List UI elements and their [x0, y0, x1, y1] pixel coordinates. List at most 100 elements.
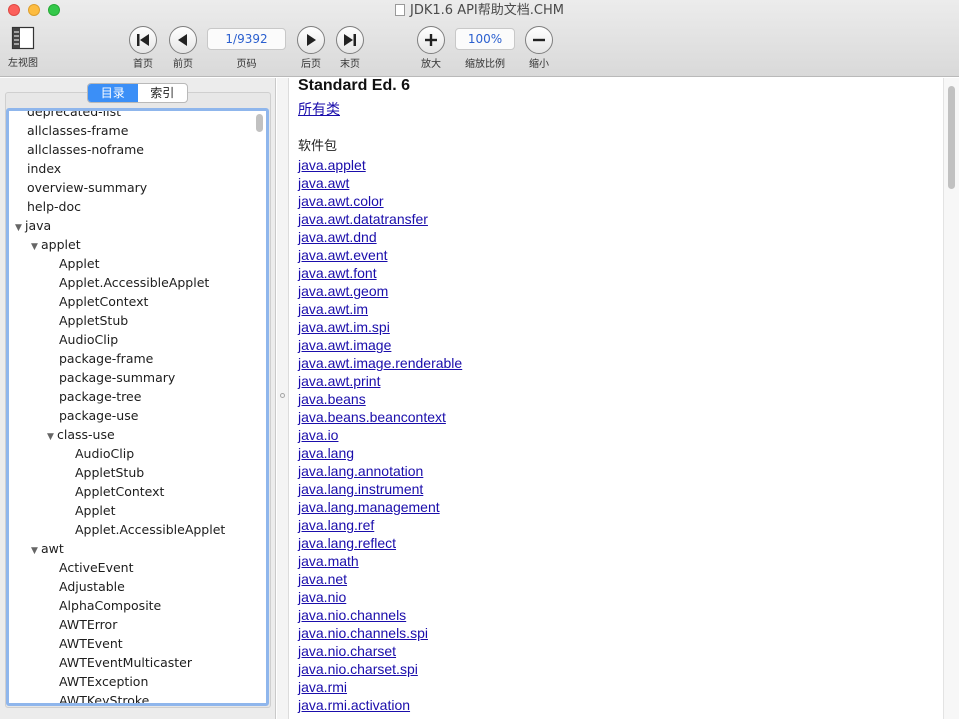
tree-item-label: package-summary — [59, 370, 176, 385]
package-link[interactable]: java.awt.im — [298, 300, 462, 318]
package-link[interactable]: java.awt.image — [298, 336, 462, 354]
tree-item-label: AudioClip — [59, 332, 119, 347]
tree-item[interactable]: help-doc — [9, 197, 266, 216]
tree-item-label: AppletContext — [59, 294, 149, 309]
tab-contents[interactable]: 目录 — [88, 84, 138, 102]
package-link[interactable]: java.rmi — [298, 678, 462, 696]
zoom-in-button[interactable]: 放大 — [415, 26, 447, 71]
first-page-button[interactable]: 首页 — [127, 26, 159, 71]
tree-item[interactable]: AWTEvent — [9, 634, 266, 653]
tree-item[interactable]: ▼ class-use — [9, 425, 266, 444]
zoom-label: 缩放比例 — [465, 59, 505, 70]
tree-item[interactable]: AppletStub — [9, 463, 266, 482]
package-link[interactable]: java.awt.image.renderable — [298, 354, 462, 372]
tree-item[interactable]: ▼ java — [9, 216, 266, 235]
package-link[interactable]: java.rmi.activation — [298, 696, 462, 714]
package-link[interactable]: java.nio.charset.spi — [298, 660, 462, 678]
pane-splitter[interactable] — [277, 78, 289, 719]
package-link[interactable]: java.io — [298, 426, 462, 444]
package-link[interactable]: java.awt.event — [298, 246, 462, 264]
package-link[interactable]: java.lang.instrument — [298, 480, 462, 498]
plus-icon — [417, 26, 445, 54]
tree-item[interactable]: AlphaComposite — [9, 596, 266, 615]
tree-item[interactable]: allclasses-frame — [9, 121, 266, 140]
package-link[interactable]: java.awt.im.spi — [298, 318, 462, 336]
package-link[interactable]: java.awt.geom — [298, 282, 462, 300]
package-link[interactable]: java.lang.management — [298, 498, 462, 516]
package-link[interactable]: java.applet — [298, 156, 462, 174]
package-link[interactable]: java.awt.datatransfer — [298, 210, 462, 228]
tree-item[interactable]: package-frame — [9, 349, 266, 368]
package-link[interactable]: java.lang.annotation — [298, 462, 462, 480]
tree-item[interactable]: AWTError — [9, 615, 266, 634]
package-link[interactable]: java.beans — [298, 390, 462, 408]
tree-item[interactable]: Applet.AccessibleApplet — [9, 520, 266, 539]
package-link[interactable]: java.awt — [298, 174, 462, 192]
last-page-button[interactable]: 末页 — [334, 26, 366, 71]
package-link[interactable]: java.beans.beancontext — [298, 408, 462, 426]
tree-item-label: index — [27, 161, 62, 176]
toolbar: JDK1.6 API帮助文档.CHM 左视图 首页 前页 1/9392 页码 后… — [0, 0, 959, 77]
tree-item-label: AppletContext — [75, 484, 165, 499]
package-link[interactable]: java.nio — [298, 588, 462, 606]
disclosure-triangle-icon[interactable]: ▼ — [47, 428, 57, 447]
package-link[interactable]: java.nio.charset — [298, 642, 462, 660]
left-view-toggle[interactable]: 左视图 — [4, 26, 42, 70]
tree-item[interactable]: AppletStub — [9, 311, 266, 330]
package-link[interactable]: java.lang.reflect — [298, 534, 462, 552]
tab-index[interactable]: 索引 — [138, 84, 188, 102]
tree-item-label: Applet — [59, 256, 100, 271]
tree-item[interactable]: Applet.AccessibleApplet — [9, 273, 266, 292]
package-link[interactable]: java.nio.channels — [298, 606, 462, 624]
tree-item[interactable]: package-use — [9, 406, 266, 425]
tree-item[interactable]: AWTException — [9, 672, 266, 691]
window-title-area: JDK1.6 API帮助文档.CHM — [0, 2, 959, 20]
all-classes-link[interactable]: 所有类 — [298, 101, 462, 119]
tree-item[interactable]: AWTKeyStroke — [9, 691, 266, 706]
tree-item[interactable]: AWTEventMulticaster — [9, 653, 266, 672]
zoom-field[interactable]: 100% — [455, 28, 515, 50]
package-link[interactable]: java.lang.ref — [298, 516, 462, 534]
tree-item-label: AWTKeyStroke — [59, 693, 150, 706]
package-link[interactable]: java.lang — [298, 444, 462, 462]
tree-item[interactable]: allclasses-noframe — [9, 140, 266, 159]
package-link[interactable]: java.net — [298, 570, 462, 588]
tree-item[interactable]: ActiveEvent — [9, 558, 266, 577]
document-scrollbar[interactable] — [943, 78, 959, 719]
tree-item[interactable]: AudioClip — [9, 330, 266, 349]
tree-item[interactable]: Adjustable — [9, 577, 266, 596]
tree-item-label: AppletStub — [59, 313, 129, 328]
tree-item[interactable]: overview-summary — [9, 178, 266, 197]
window-title: JDK1.6 API帮助文档.CHM — [410, 3, 564, 18]
document-scrollbar-thumb[interactable] — [948, 86, 955, 189]
tree-item[interactable]: package-summary — [9, 368, 266, 387]
tree-item[interactable]: AppletContext — [9, 292, 266, 311]
disclosure-triangle-icon[interactable]: ▼ — [15, 219, 25, 238]
package-link[interactable]: java.awt.font — [298, 264, 462, 282]
page-number-field[interactable]: 1/9392 — [207, 28, 286, 50]
contents-tree[interactable]: deprecated-list allclasses-frame allclasse… — [6, 108, 269, 706]
tree-item[interactable]: ▼ applet — [9, 235, 266, 254]
tree-item[interactable]: ▼ awt — [9, 539, 266, 558]
disclosure-triangle-icon[interactable]: ▼ — [31, 238, 41, 257]
page-number-label: 页码 — [236, 59, 257, 70]
tree-item[interactable]: Applet — [9, 254, 266, 273]
tree-item[interactable]: package-tree — [9, 387, 266, 406]
next-page-button[interactable]: 后页 — [295, 26, 327, 71]
disclosure-triangle-icon[interactable]: ▼ — [31, 542, 41, 561]
package-link[interactable]: java.awt.dnd — [298, 228, 462, 246]
package-link[interactable]: java.awt.color — [298, 192, 462, 210]
package-link[interactable]: java.nio.channels.spi — [298, 624, 462, 642]
tree-item[interactable]: index — [9, 159, 266, 178]
tree-item[interactable]: deprecated-list — [9, 111, 266, 121]
tree-item[interactable]: Applet — [9, 501, 266, 520]
tree-item[interactable]: AppletContext — [9, 482, 266, 501]
document-view: Standard Ed. 6 所有类 软件包 java.applet java.a… — [290, 78, 943, 719]
tree-scrollbar-thumb[interactable] — [256, 114, 263, 132]
prev-page-button[interactable]: 前页 — [167, 26, 199, 71]
splitter-handle[interactable] — [280, 393, 285, 398]
package-link[interactable]: java.awt.print — [298, 372, 462, 390]
tree-item-label: Applet.AccessibleApplet — [59, 275, 210, 290]
package-link[interactable]: java.math — [298, 552, 462, 570]
zoom-out-button[interactable]: 缩小 — [523, 26, 555, 71]
